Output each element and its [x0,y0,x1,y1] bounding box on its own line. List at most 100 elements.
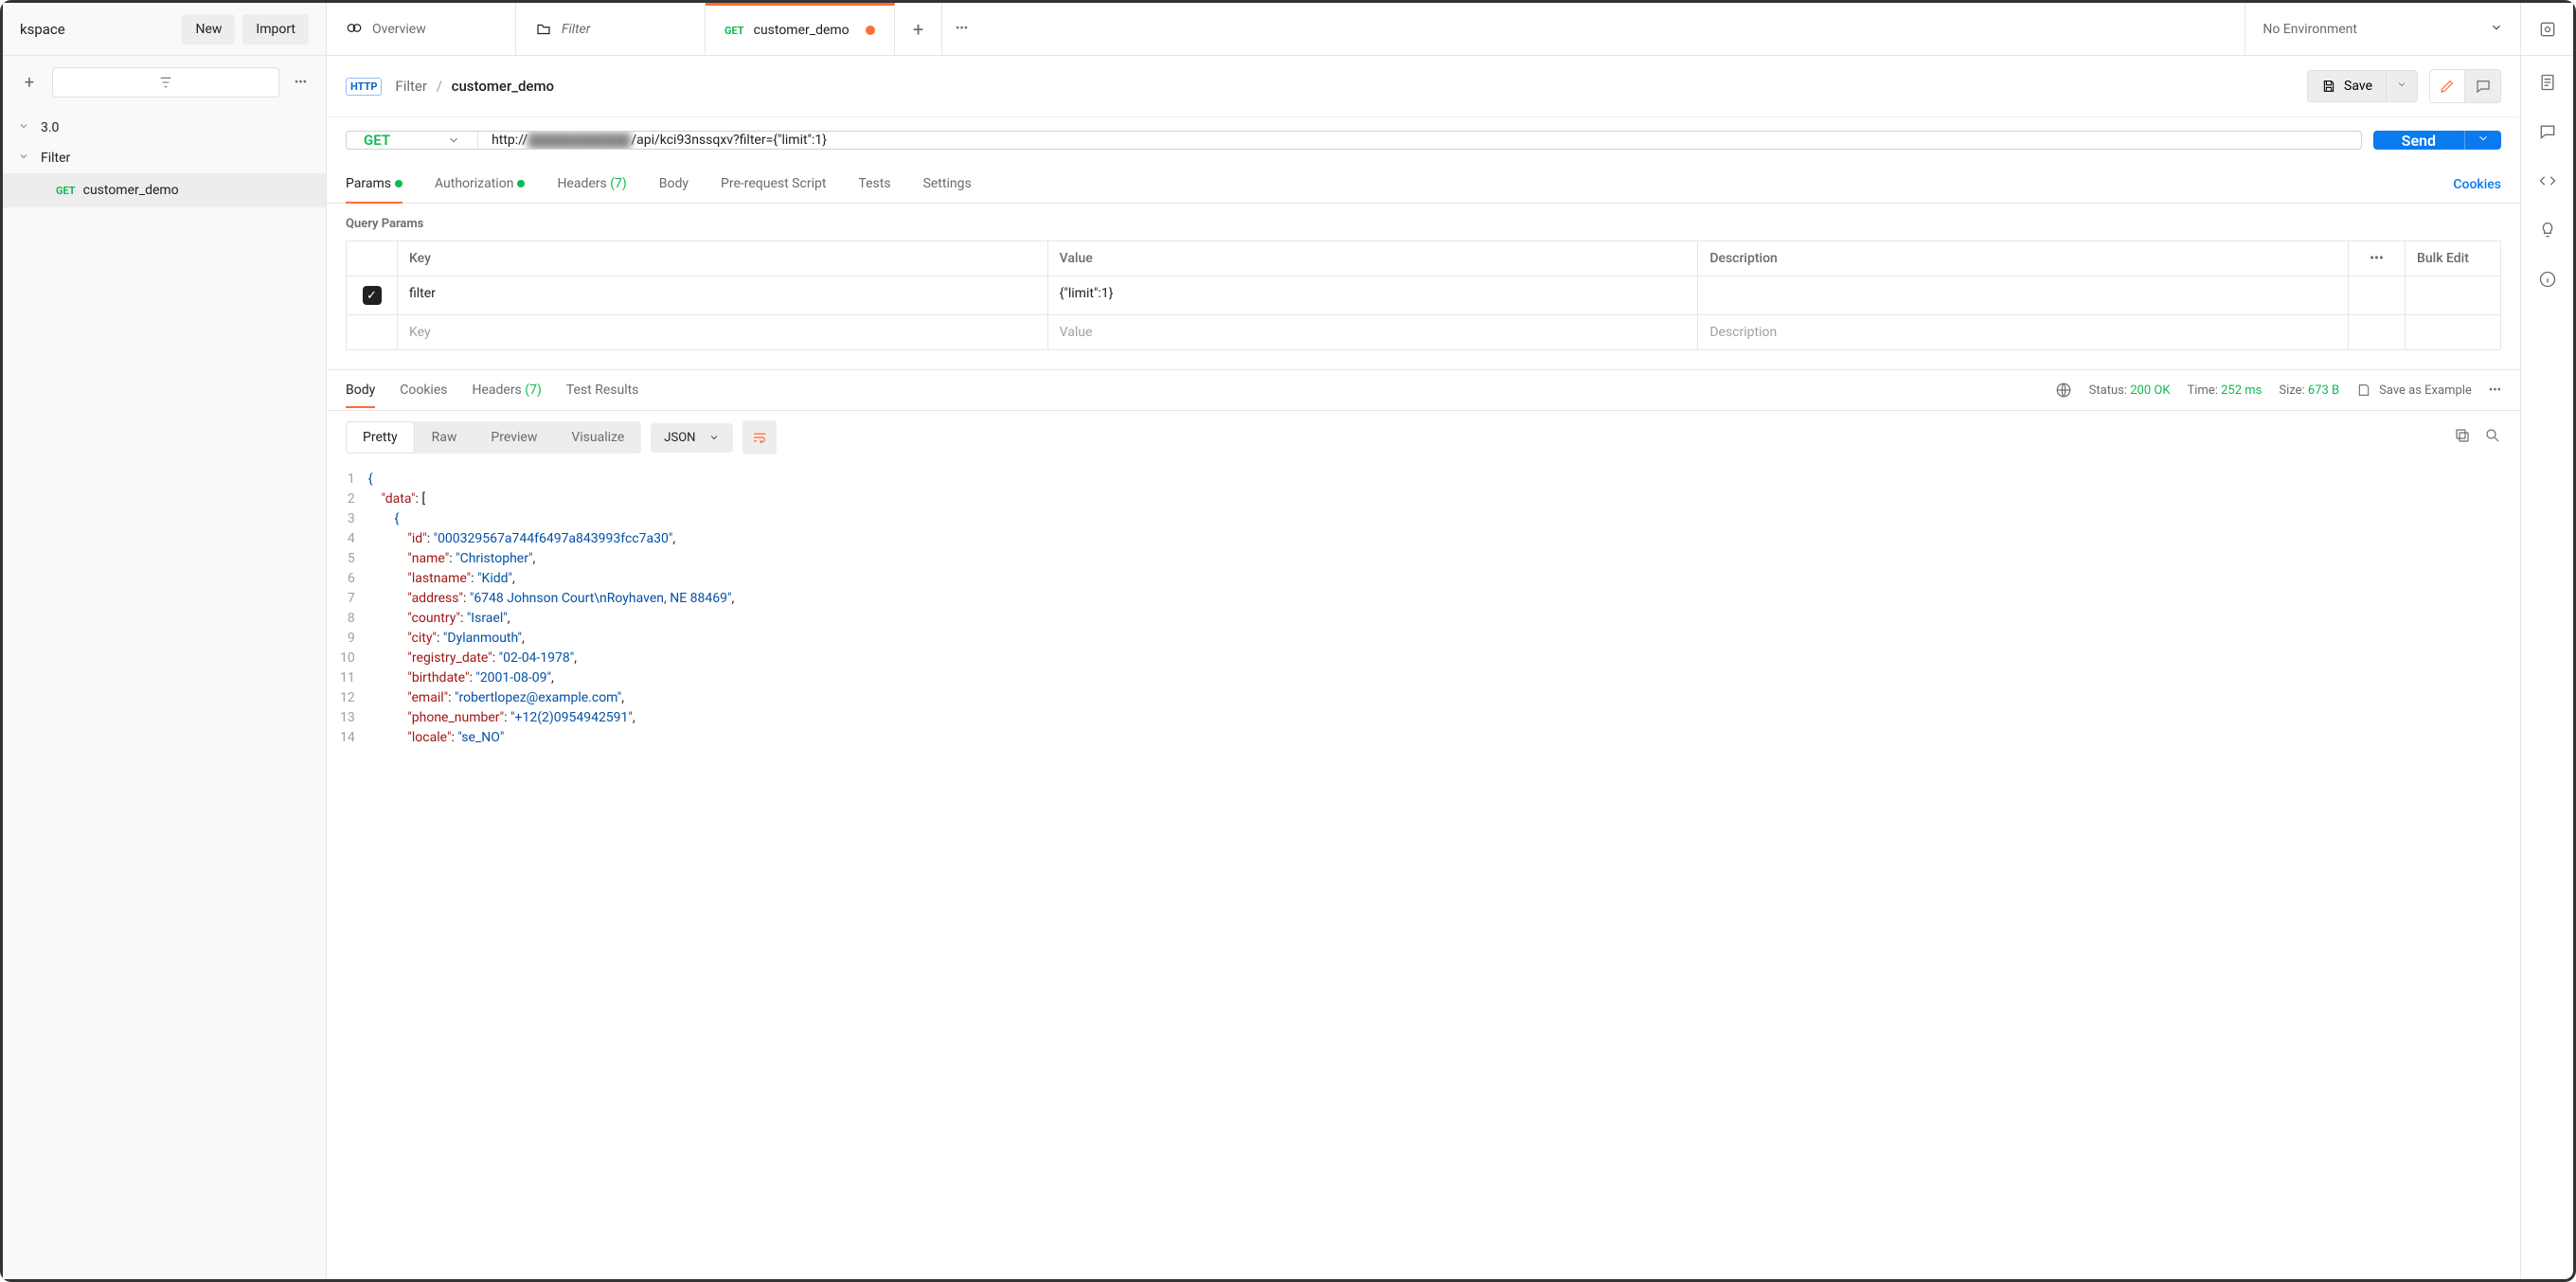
info-icon[interactable] [2538,270,2557,293]
param-value-input[interactable]: Value [1048,315,1699,349]
save-button-group: Save [2307,70,2418,102]
send-dropdown-button[interactable] [2464,131,2501,150]
globe-icon [2055,382,2072,399]
environment-quicklook-icon[interactable] [2520,3,2573,55]
tab-request-active[interactable]: GET customer_demo [706,3,895,55]
send-button[interactable]: Send [2373,131,2464,150]
tab-settings[interactable]: Settings [923,167,972,203]
workspace-label: kspace New Import [3,3,327,55]
environment-label: No Environment [2263,22,2357,37]
url-input[interactable]: http://███████████/api/kci93nssqxv?filte… [478,132,2361,149]
resp-tab-headers[interactable]: Headers (7) [472,373,541,407]
tree-label: 3.0 [41,120,59,135]
response-body-viewer[interactable]: 1234567891011121314 { "data": [ { "id": … [327,464,2520,1279]
code-icon[interactable] [2538,171,2557,194]
http-chip-icon: HTTP [346,78,382,96]
tab-label: Overview [372,22,426,37]
tab-tests[interactable]: Tests [858,167,890,203]
main-panel: HTTP Filter / customer_demo Save GET htt [327,56,2520,1279]
tab-headers[interactable]: Headers (7) [557,167,626,203]
sidebar-filter-input[interactable] [52,67,279,98]
response-more-menu[interactable]: ••• [2489,383,2501,398]
indicator-dot-icon [517,180,525,187]
right-rail [2520,56,2573,1279]
query-params-table: Key Value Description ••• Bulk Edit ✓ fi… [346,240,2501,350]
workspace-name: kspace [20,21,65,38]
tree-label: customer_demo [83,183,179,198]
checkbox-checked[interactable]: ✓ [363,286,382,305]
view-visualize-button[interactable]: Visualize [554,421,641,454]
chevron-down-icon [2490,21,2503,38]
top-tabbar: kspace New Import Overview Filter GET cu… [3,3,2573,56]
tree-item-request[interactable]: GET customer_demo [3,173,326,207]
chevron-down-icon [18,151,31,166]
tab-overflow-menu[interactable]: ••• [942,3,981,55]
bulk-edit-link[interactable]: Bulk Edit [2406,241,2500,276]
time-label: Time: 252 ms [2187,383,2262,398]
import-button[interactable]: Import [242,14,309,45]
col-value: Value [1048,241,1699,276]
view-preview-button[interactable]: Preview [474,421,554,454]
col-key: Key [398,241,1048,276]
view-raw-button[interactable]: Raw [415,421,474,454]
tab-params[interactable]: Params [346,167,402,203]
save-example-button[interactable]: Save as Example [2356,383,2472,398]
copy-response-button[interactable] [2454,427,2471,448]
new-button[interactable]: New [182,14,235,45]
tree-item-folder[interactable]: Filter [3,143,326,173]
param-value-input[interactable]: {"limit":1} [1048,276,1699,314]
tree-item-collection[interactable]: 3.0 [3,113,326,143]
docs-icon[interactable] [2538,73,2557,96]
size-label: Size: 673 B [2279,383,2339,398]
param-key-input[interactable]: Key [398,315,1048,349]
breadcrumb-current: customer_demo [452,78,554,95]
sidebar-more-menu[interactable]: ••• [289,76,313,90]
view-pretty-button[interactable]: Pretty [346,421,415,454]
tab-label: Filter [562,22,590,37]
edit-icon-button[interactable] [2429,69,2465,103]
indicator-dot-icon [395,180,402,187]
response-tabs: Body Cookies Headers (7) Test Results St… [327,369,2520,411]
tab-body[interactable]: Body [659,167,689,203]
unsaved-dot-icon [866,26,875,35]
search-response-button[interactable] [2484,427,2501,448]
method-selector[interactable]: GET [347,132,478,149]
lightbulb-icon[interactable] [2538,221,2557,243]
param-desc-input[interactable]: Description [1698,315,2349,349]
cookies-link[interactable]: Cookies [2453,177,2501,192]
wrap-lines-button[interactable] [742,420,777,454]
comments-icon[interactable] [2538,122,2557,145]
table-row-empty: Key Value Description [347,315,2500,349]
resp-tab-tests[interactable]: Test Results [566,373,639,407]
save-button[interactable]: Save [2307,70,2387,102]
method-badge: GET [56,185,76,197]
breadcrumb-folder[interactable]: Filter [395,78,427,95]
resp-tab-body[interactable]: Body [346,373,375,407]
table-row: ✓ filter {"limit":1} [347,276,2500,315]
col-description: Description [1698,241,2349,276]
tab-prerequest[interactable]: Pre-request Script [721,167,826,203]
query-params-title: Query Params [327,204,2520,240]
table-header-row: Key Value Description ••• Bulk Edit [347,241,2500,276]
tab-filter[interactable]: Filter [516,3,706,55]
format-selector[interactable]: JSON [651,423,733,453]
comment-icon-button[interactable] [2465,69,2501,103]
chevron-down-icon [18,120,31,135]
save-dropdown-button[interactable] [2387,70,2418,102]
new-tab-button[interactable]: + [895,3,942,55]
param-desc-input[interactable] [1698,276,2349,314]
environment-selector[interactable]: No Environment [2245,3,2520,55]
tab-overview[interactable]: Overview [327,3,516,55]
method-badge: GET [724,25,744,37]
resp-tab-cookies[interactable]: Cookies [400,373,447,407]
status-label: Status: 200 OK [2089,383,2171,398]
param-key-input[interactable]: filter [398,276,1048,314]
sidebar-add-button[interactable]: + [16,69,43,96]
tree-label: Filter [41,151,70,166]
table-more-menu[interactable]: ••• [2349,241,2406,276]
tab-authorization[interactable]: Authorization [435,167,525,203]
request-tabs: Params Authorization Headers (7) Body Pr… [327,167,2520,204]
breadcrumb: Filter / customer_demo [395,78,554,95]
view-mode-segment: Pretty Raw Preview Visualize [346,421,641,454]
overview-icon [346,21,363,38]
